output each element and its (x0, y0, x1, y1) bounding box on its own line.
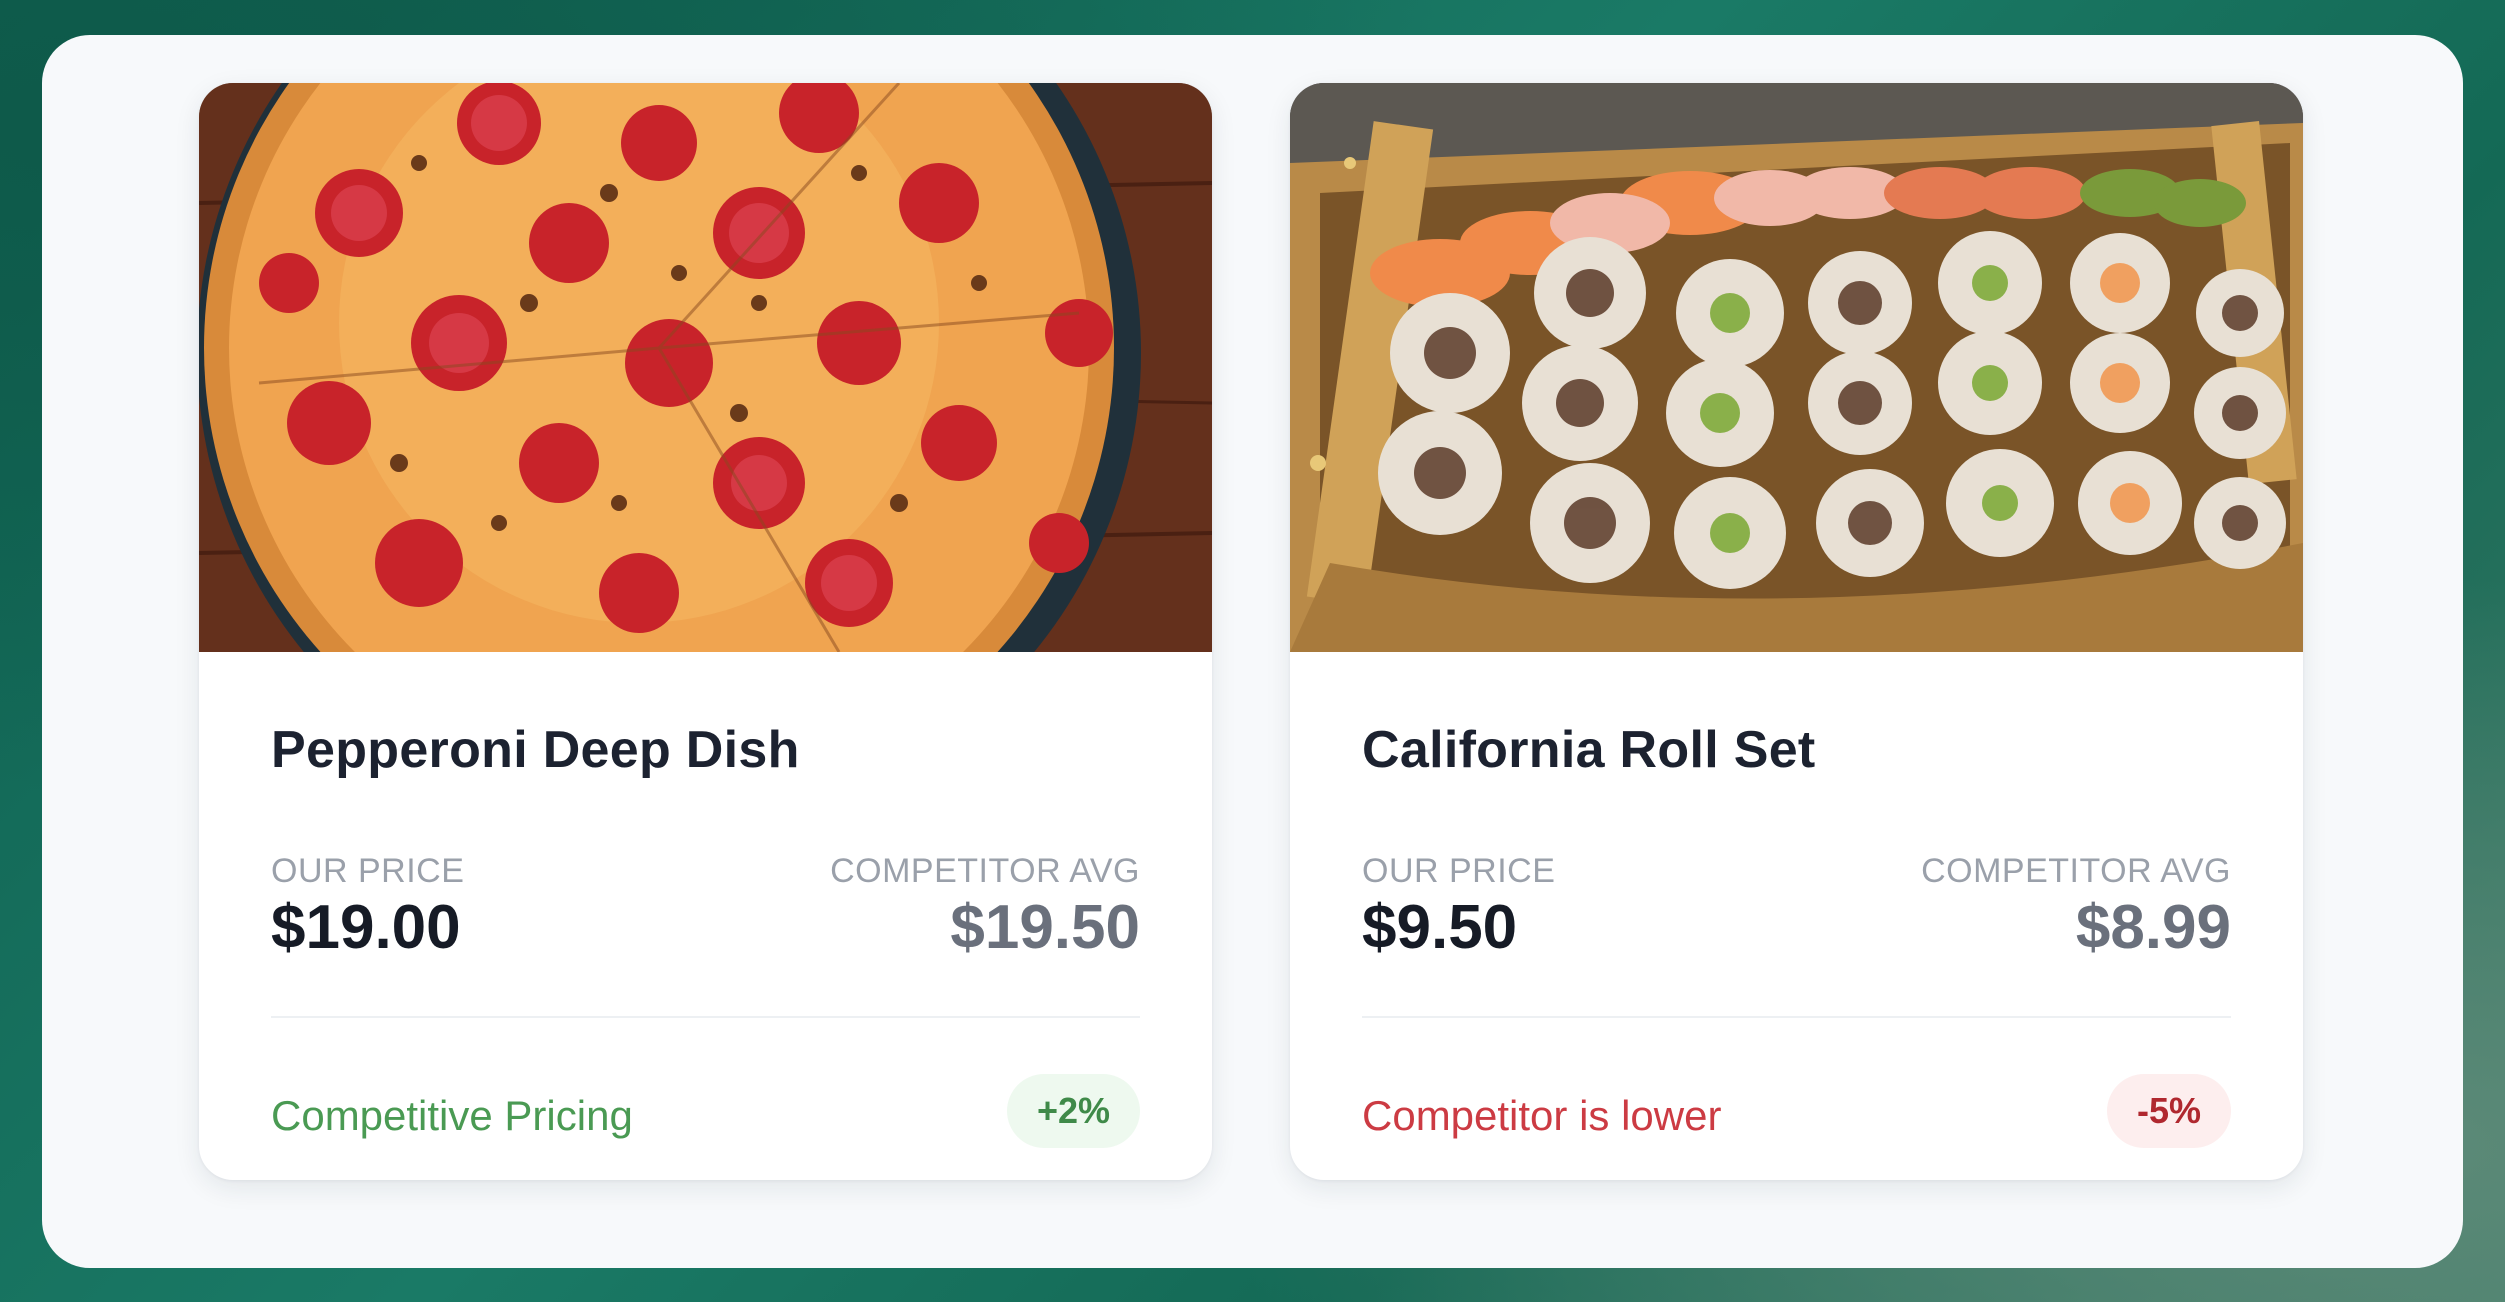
pricing-status: Competitive Pricing (271, 1092, 633, 1139)
card-divider (1362, 1016, 2231, 1018)
our-price-value: $9.50 (1362, 893, 1518, 962)
our-price-label: OUR PRICE (271, 852, 465, 890)
product-card-pepperoni[interactable]: Pepperoni Deep Dish OUR PRICE COMPETITOR… (199, 83, 1212, 1180)
product-title: California Roll Set (1362, 721, 1816, 779)
product-title: Pepperoni Deep Dish (271, 721, 800, 779)
price-diff-badge: -5% (2106, 1074, 2231, 1148)
pricing-status: Competitor is lower (1362, 1092, 1722, 1139)
competitor-avg-value: $8.99 (2075, 893, 2231, 962)
product-card-california-roll[interactable]: California Roll Set OUR PRICE COMPETITOR… (1290, 83, 2303, 1180)
card-body: Pepperoni Deep Dish OUR PRICE COMPETITOR… (271, 652, 1140, 1180)
card-divider (271, 1016, 1140, 1018)
sushi-boat-photo (1290, 83, 2303, 652)
pricing-panel: Pepperoni Deep Dish OUR PRICE COMPETITOR… (42, 35, 2463, 1268)
competitor-avg-label: COMPETITOR AVG (830, 852, 1140, 890)
card-body: California Roll Set OUR PRICE COMPETITOR… (1362, 652, 2231, 1180)
pizza-photo (199, 83, 1212, 652)
our-price-label: OUR PRICE (1362, 852, 1556, 890)
competitor-avg-value: $19.50 (950, 893, 1140, 962)
our-price-value: $19.00 (271, 893, 461, 962)
competitor-avg-label: COMPETITOR AVG (1921, 852, 2231, 890)
price-diff-badge: +2% (1006, 1074, 1140, 1148)
